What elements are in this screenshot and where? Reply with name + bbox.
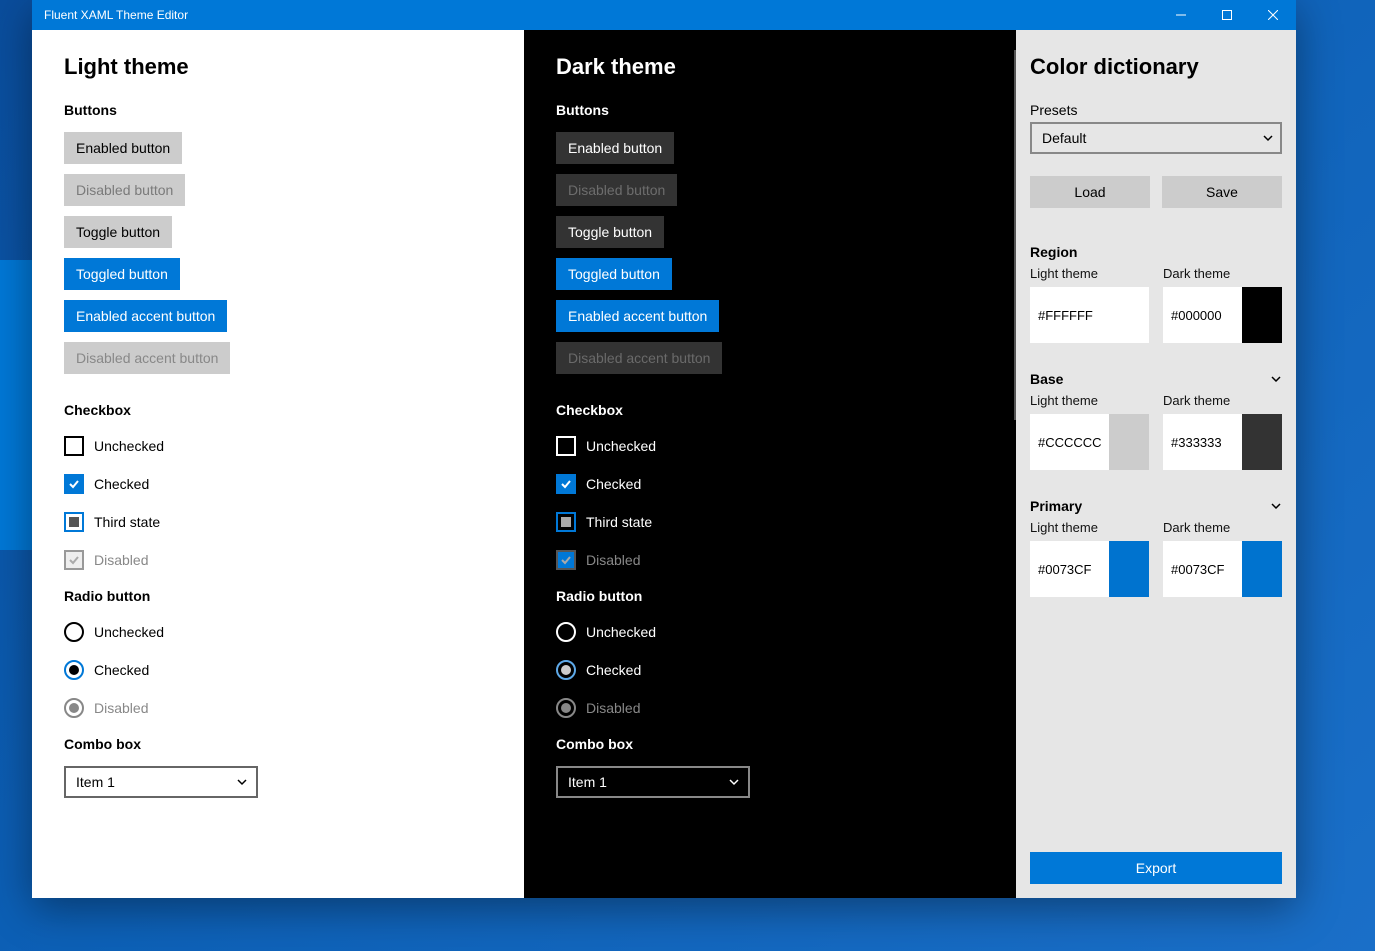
toggle-button[interactable]: Toggle button [556,216,664,248]
region-light-swatch[interactable]: #FFFFFF [1030,287,1149,343]
checkbox-box-icon [556,474,576,494]
maximize-button[interactable] [1204,0,1250,30]
section-radio: Radio button [556,588,984,604]
radio-ring-icon [64,660,84,680]
base-dark-swatch[interactable]: #333333 [1163,414,1282,470]
radio-ring-icon [556,660,576,680]
light-title: Light theme [64,54,492,80]
primary-light-swatch[interactable]: #0073CF [1030,541,1149,597]
minimize-button[interactable] [1158,0,1204,30]
disabled-button: Disabled button [64,174,185,206]
chevron-down-icon [1262,132,1274,144]
save-button[interactable]: Save [1162,176,1282,208]
color-chip [1109,541,1149,597]
section-combo: Combo box [64,736,492,752]
radio-ring-icon [64,622,84,642]
section-radio: Radio button [64,588,492,604]
radio-disabled: Disabled [64,698,492,718]
chevron-down-icon [728,776,740,788]
checkbox-disabled: Disabled [556,550,984,570]
color-chip [1242,287,1282,343]
checkbox-unchecked[interactable]: Unchecked [64,436,492,456]
load-button[interactable]: Load [1030,176,1150,208]
section-combo: Combo box [556,736,984,752]
radio-checked[interactable]: Checked [556,660,984,680]
color-chip [1242,541,1282,597]
checkbox-box-icon [64,474,84,494]
primary-dark-swatch[interactable]: #0073CF [1163,541,1282,597]
sidebar-title: Color dictionary [1030,54,1282,80]
combo-value: Item 1 [76,774,115,790]
color-chip [1109,414,1149,470]
combo-box[interactable]: Item 1 [64,766,258,798]
region-dark-swatch[interactable]: #000000 [1163,287,1282,343]
toggled-button[interactable]: Toggled button [64,258,180,290]
enabled-accent-button[interactable]: Enabled accent button [64,300,227,332]
checkbox-box-icon [64,550,84,570]
toggle-button[interactable]: Toggle button [64,216,172,248]
export-button[interactable]: Export [1030,852,1282,884]
checkbox-box-icon [64,512,84,532]
chevron-down-icon [1270,500,1282,512]
radio-ring-icon [556,698,576,718]
disabled-accent-button: Disabled accent button [64,342,230,374]
combo-value: Item 1 [568,774,607,790]
close-button[interactable] [1250,0,1296,30]
toggled-button[interactable]: Toggled button [556,258,672,290]
disabled-button: Disabled button [556,174,677,206]
dark-title: Dark theme [556,54,984,80]
section-buttons: Buttons [556,102,984,118]
checkbox-disabled: Disabled [64,550,492,570]
presets-label: Presets [1030,102,1282,118]
color-dictionary-sidebar: Color dictionary Presets Default Load Sa… [1016,30,1296,898]
radio-unchecked[interactable]: Unchecked [556,622,984,642]
app-body: Light theme Buttons Enabled button Disab… [32,30,1296,898]
dark-theme-panel: Dark theme Buttons Enabled button Disabl… [524,30,1016,898]
checkbox-third-state[interactable]: Third state [64,512,492,532]
checkbox-box-icon [556,436,576,456]
section-checkbox: Checkbox [64,402,492,418]
region-header: Region [1030,244,1282,260]
light-theme-panel: Light theme Buttons Enabled button Disab… [32,30,524,898]
section-checkbox: Checkbox [556,402,984,418]
radio-disabled: Disabled [556,698,984,718]
checkbox-box-icon [64,436,84,456]
color-chip [1109,287,1149,343]
checkbox-checked[interactable]: Checked [64,474,492,494]
radio-ring-icon [64,698,84,718]
checkbox-third-state[interactable]: Third state [556,512,984,532]
enabled-button[interactable]: Enabled button [556,132,674,164]
base-header[interactable]: Base [1030,371,1282,387]
base-light-swatch[interactable]: #CCCCCC [1030,414,1149,470]
presets-dropdown[interactable]: Default [1030,122,1282,154]
chevron-down-icon [236,776,248,788]
checkbox-checked[interactable]: Checked [556,474,984,494]
checkbox-box-icon [556,512,576,532]
section-buttons: Buttons [64,102,492,118]
chevron-down-icon [1270,373,1282,385]
radio-checked[interactable]: Checked [64,660,492,680]
enabled-button[interactable]: Enabled button [64,132,182,164]
radio-unchecked[interactable]: Unchecked [64,622,492,642]
disabled-accent-button: Disabled accent button [556,342,722,374]
enabled-accent-button[interactable]: Enabled accent button [556,300,719,332]
app-window: Fluent XAML Theme Editor Light theme But… [32,0,1296,898]
checkbox-box-icon [556,550,576,570]
checkbox-unchecked[interactable]: Unchecked [556,436,984,456]
color-chip [1242,414,1282,470]
radio-ring-icon [556,622,576,642]
primary-header[interactable]: Primary [1030,498,1282,514]
window-title: Fluent XAML Theme Editor [32,8,1158,22]
titlebar: Fluent XAML Theme Editor [32,0,1296,30]
combo-box[interactable]: Item 1 [556,766,750,798]
preset-value: Default [1042,130,1086,146]
